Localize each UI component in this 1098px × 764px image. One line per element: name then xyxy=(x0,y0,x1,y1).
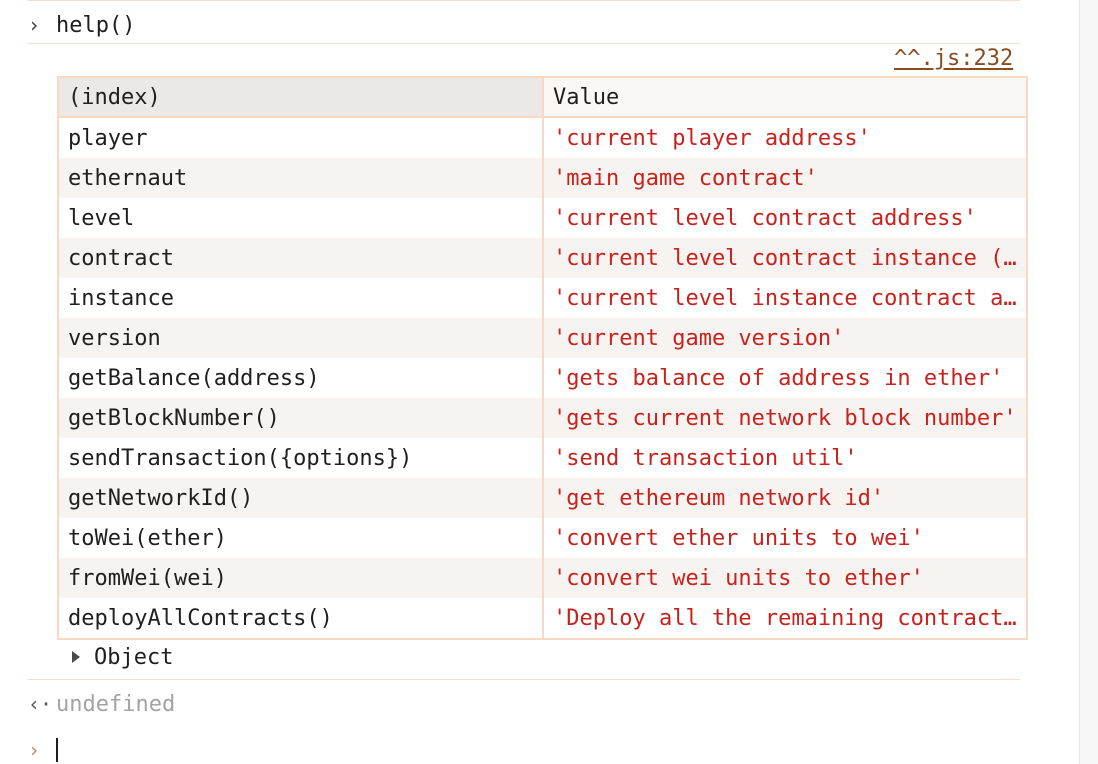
column-header-index[interactable]: (index) xyxy=(57,76,544,118)
row-value-cell: 'current level instance contract a… xyxy=(542,278,1028,318)
row-index-cell: player xyxy=(57,117,544,158)
message-divider xyxy=(28,43,1020,44)
table-row: contract'current level contract instance… xyxy=(57,238,1028,278)
scrollbar[interactable] xyxy=(1079,0,1098,764)
row-value-cell: 'Deploy all the remaining contract… xyxy=(542,598,1028,640)
table-row: fromWei(wei)'convert wei units to ether' xyxy=(57,558,1028,598)
row-value-cell: 'gets balance of address in ether' xyxy=(542,358,1028,398)
source-location-link[interactable]: ^^.js:232 xyxy=(894,46,1013,71)
row-value-cell: 'get ethereum network id' xyxy=(542,478,1028,518)
chevron-right-icon: › xyxy=(28,738,41,762)
row-index-cell: getBlockNumber() xyxy=(57,398,544,438)
row-value-cell: 'current game version' xyxy=(542,318,1028,358)
result-value: undefined xyxy=(56,691,176,717)
row-value-cell: 'send transaction util' xyxy=(542,438,1028,478)
message-divider xyxy=(28,0,1020,1)
row-index-cell: fromWei(wei) xyxy=(57,558,544,598)
chevron-right-icon: › xyxy=(28,13,41,37)
table-row: toWei(ether)'convert ether units to wei' xyxy=(57,518,1028,558)
table-row: deployAllContracts() 'Deploy all the rema… xyxy=(57,598,1028,640)
console-result-entry: ‹· undefined xyxy=(28,690,175,718)
console-prompt[interactable]: › xyxy=(28,736,58,764)
table-row: player'current player address' xyxy=(57,117,1028,158)
console-table: (index) Value player'current player addr… xyxy=(57,76,1028,640)
row-index-cell: ethernaut xyxy=(57,158,544,198)
text-caret xyxy=(56,738,58,762)
table-row: sendTransaction({options})'send transact… xyxy=(57,438,1028,478)
table-row: getBalance(address)'gets balance of addr… xyxy=(57,358,1028,398)
row-value-cell: 'convert wei units to ether' xyxy=(542,558,1028,598)
row-value-cell: 'current player address' xyxy=(542,117,1028,158)
table-row: version'current game version' xyxy=(57,318,1028,358)
table-row: getNetworkId()'get ethereum network id' xyxy=(57,478,1028,518)
row-index-cell: deployAllContracts() xyxy=(57,598,544,640)
row-value-cell: 'current level contract address' xyxy=(542,198,1028,238)
row-index-cell: getBalance(address) xyxy=(57,358,544,398)
table-header-row: (index) Value xyxy=(57,76,1028,118)
column-header-value[interactable]: Value xyxy=(542,76,1028,118)
table-row: instance'current level instance contract… xyxy=(57,278,1028,318)
devtools-console: › help() ^^.js:232 (index) Value player '… xyxy=(0,0,1098,764)
object-label: Object xyxy=(94,644,174,670)
row-index-cell: sendTransaction({options}) xyxy=(57,438,544,478)
row-index-cell: getNetworkId() xyxy=(57,478,544,518)
table-row: ethernaut'main game contract' xyxy=(57,158,1028,198)
row-index-cell: contract xyxy=(57,238,544,278)
message-divider xyxy=(28,679,1020,680)
row-value-cell: 'gets current network block number' xyxy=(542,398,1028,438)
command-text: help() xyxy=(56,12,136,38)
return-arrow-icon: ‹· xyxy=(28,692,53,716)
row-index-cell: version xyxy=(57,318,544,358)
row-value-cell: 'current level contract instance (… xyxy=(542,238,1028,278)
row-index-cell: level xyxy=(57,198,544,238)
row-index-cell: toWei(ether) xyxy=(57,518,544,558)
object-expander[interactable]: Object xyxy=(68,643,173,671)
row-value-cell: 'main game contract' xyxy=(542,158,1028,198)
row-index-cell: instance xyxy=(57,278,544,318)
console-input-entry: › help() xyxy=(28,8,135,42)
table-row: level'current level contract address' xyxy=(57,198,1028,238)
table-row: getBlockNumber()'gets current network bl… xyxy=(57,398,1028,438)
triangle-right-icon[interactable] xyxy=(72,651,80,663)
row-value-cell: 'convert ether units to wei' xyxy=(542,518,1028,558)
